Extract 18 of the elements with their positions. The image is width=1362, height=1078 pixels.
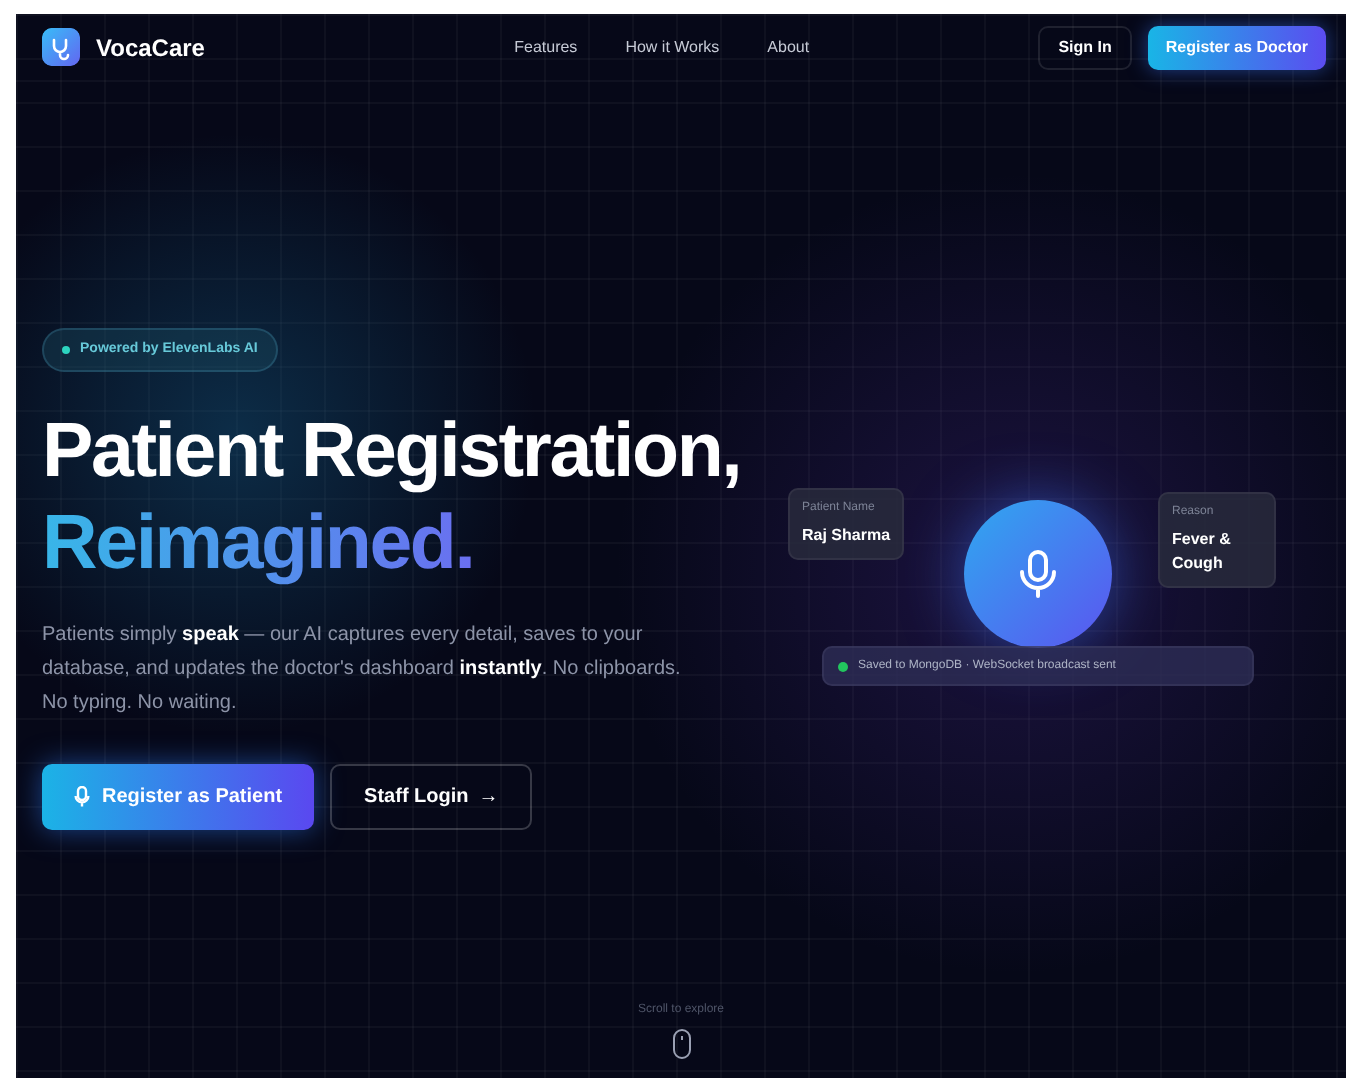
nav-link[interactable]: Features: [514, 35, 578, 59]
card-value: Fever & Cough: [1172, 528, 1233, 576]
hero-heading: Patient Registration,: [42, 406, 743, 499]
mouse-icon: [671, 1028, 691, 1060]
microphone-button[interactable]: [964, 500, 1112, 648]
logo-icon: [42, 28, 80, 66]
status-dot: [838, 661, 848, 671]
hero-description: Patients simply speak — our AI captures every detail, saves to your database, and updates the doctor's dashboard instantly. No clipboards. No typing. No waiting.: [42, 622, 682, 719]
nav-link[interactable]: How it Works: [625, 35, 720, 59]
card-value: Raj Sharma: [802, 524, 891, 548]
register-patient-button[interactable]: Register as Patient: [42, 764, 315, 831]
nav-link[interactable]: About: [767, 35, 810, 59]
staff-login-button[interactable]: Staff Login →: [330, 764, 533, 831]
register-button[interactable]: Register as Doctor: [1147, 25, 1326, 69]
microphone-icon: [74, 786, 90, 809]
brand-name[interactable]: VocaCare: [96, 29, 205, 65]
microphone-icon: [1016, 548, 1060, 600]
sign-in-button[interactable]: Sign In: [1038, 25, 1132, 69]
